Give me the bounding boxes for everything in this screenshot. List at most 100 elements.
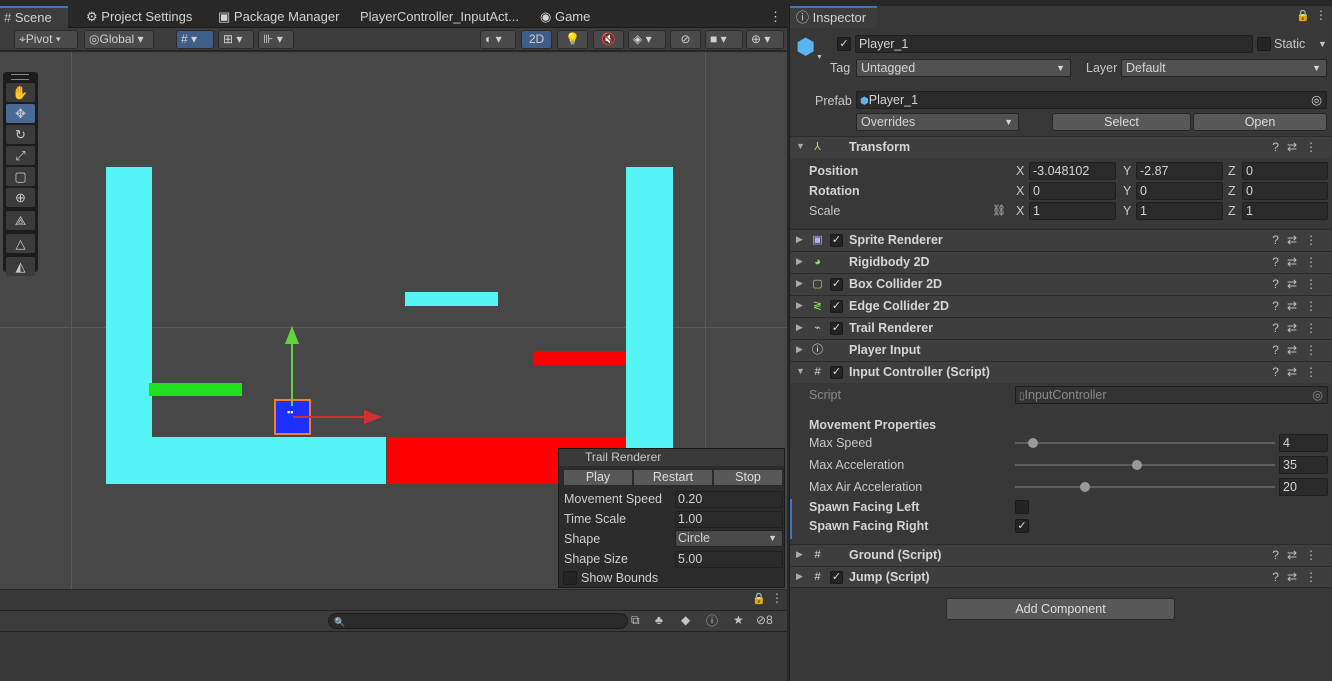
floor-cyan[interactable] <box>106 437 386 484</box>
shape-dropdown[interactable]: Circle ▼ <box>675 530 783 547</box>
star-icon[interactable]: ★ <box>733 613 744 627</box>
rect-tool-icon[interactable]: ▢ <box>6 167 35 186</box>
transform-header[interactable]: ▼ ⅄ Transform ?⇄⋮ <box>790 136 1332 158</box>
2d-mode-toggle[interactable]: 2D <box>521 30 552 49</box>
movement-speed-field[interactable]: 0.20 <box>675 491 783 508</box>
component-menu-icons[interactable]: ?⇄⋮ <box>1272 343 1325 357</box>
enabled-checkbox[interactable]: ✓ <box>830 300 843 313</box>
tab-input-actions[interactable]: PlayerController_InputAct... <box>356 6 526 28</box>
global-dropdown[interactable]: ◎Global ▾ <box>84 30 154 49</box>
effects-dropdown[interactable]: ◈ ▾ <box>628 30 666 49</box>
component-menu-icons[interactable]: ?⇄⋮ <box>1272 255 1325 269</box>
tab-package-manager[interactable]: ▣ Package Manager <box>214 6 344 28</box>
slider-knob[interactable] <box>1028 438 1039 448</box>
open-button[interactable]: Open <box>1193 113 1327 131</box>
enabled-checkbox[interactable]: ✓ <box>830 322 843 335</box>
pivot-dropdown[interactable]: ⌖Pivot ▾ <box>14 30 78 49</box>
red-platform[interactable] <box>533 351 626 365</box>
hand-tool-icon[interactable]: ✋ <box>6 83 35 102</box>
select-button[interactable]: Select <box>1052 113 1191 131</box>
enabled-checkbox[interactable]: ✓ <box>830 366 843 379</box>
component-menu-icons[interactable]: ?⇄⋮ <box>1272 140 1325 154</box>
lock-icon[interactable]: 🔒 <box>1296 9 1310 22</box>
spawn-facing-right-checkbox[interactable]: ✓ <box>1015 519 1029 533</box>
overlay-header[interactable]: Trail Renderer <box>559 449 784 466</box>
scale-z-field[interactable]: 1 <box>1242 202 1328 220</box>
shape-size-field[interactable]: 5.00 <box>675 551 783 568</box>
lighting-toggle[interactable]: 💡 <box>557 30 588 49</box>
custom-tool-icon[interactable]: ⟁ <box>6 211 35 230</box>
time-scale-field[interactable]: 1.00 <box>675 511 783 528</box>
stop-button[interactable]: Stop <box>713 469 783 486</box>
camera-dropdown[interactable]: ■ ▾ <box>705 30 743 49</box>
audio-toggle[interactable]: 🔇 <box>593 30 624 49</box>
jump-script-header[interactable]: ▶ # ✓ Jump (Script) ?⇄⋮ <box>790 566 1332 588</box>
add-component-button[interactable]: Add Component <box>946 598 1175 620</box>
tab-game[interactable]: ◉ Game <box>536 6 606 28</box>
sprite-renderer-header[interactable]: ▶ ▣ ✓ Sprite Renderer ?⇄⋮ <box>790 229 1332 251</box>
move-gizmo-y-axis[interactable] <box>291 342 293 406</box>
move-gizmo-x-axis[interactable] <box>293 416 365 418</box>
prefab-field[interactable]: ⬢Player_1 ◎ <box>856 91 1327 109</box>
spawn-facing-left-checkbox[interactable] <box>1015 500 1029 514</box>
lock-icon[interactable]: 🔒 <box>752 592 766 605</box>
trail-renderer-header[interactable]: ▶ ⌁ ✓ Trail Renderer ?⇄⋮ <box>790 317 1332 339</box>
enabled-checkbox[interactable]: ✓ <box>830 234 843 247</box>
player-input-header[interactable]: ▶ ⓘ Player Input ?⇄⋮ <box>790 339 1332 361</box>
overrides-dropdown[interactable]: Overrides ▼ <box>856 113 1019 131</box>
floating-platform[interactable] <box>405 292 498 306</box>
layer-dropdown[interactable]: Default ▼ <box>1121 59 1327 77</box>
rotate-tool-icon[interactable]: ↻ <box>6 125 35 144</box>
collab-icon[interactable]: ♣ <box>655 613 663 627</box>
component-menu-icons[interactable]: ?⇄⋮ <box>1272 365 1325 379</box>
component-menu-icons[interactable]: ?⇄⋮ <box>1272 321 1325 335</box>
play-button[interactable]: Play <box>563 469 633 486</box>
rotation-y-field[interactable]: 0 <box>1136 182 1223 200</box>
input-controller-header[interactable]: ▼ # ✓ Input Controller (Script) ?⇄⋮ <box>790 361 1332 383</box>
ground-script-header[interactable]: ▶ # Ground (Script) ?⇄⋮ <box>790 544 1332 566</box>
max-speed-field[interactable]: 4 <box>1279 434 1328 452</box>
component-menu-icons[interactable]: ?⇄⋮ <box>1272 548 1325 562</box>
rigidbody-2d-header[interactable]: ▶ ◕ Rigidbody 2D ?⇄⋮ <box>790 251 1332 273</box>
static-checkbox[interactable] <box>1257 37 1271 51</box>
tab-inspector[interactable]: ⓘ Inspector <box>790 6 877 28</box>
tag-dropdown[interactable]: Untagged ▼ <box>856 59 1071 77</box>
foldout-expanded-icon[interactable]: ▼ <box>796 141 805 151</box>
kebab-menu-icon[interactable]: ⋮ <box>1315 8 1327 22</box>
foldout-collapsed-icon[interactable]: ▶ <box>796 256 803 267</box>
slider-knob[interactable] <box>1132 460 1143 470</box>
enabled-checkbox[interactable]: ✓ <box>830 571 843 584</box>
shading-mode-button[interactable]: ◐ ▾ <box>480 30 516 49</box>
component-menu-icons[interactable]: ?⇄⋮ <box>1272 299 1325 313</box>
component-menu-icons[interactable]: ?⇄⋮ <box>1272 277 1325 291</box>
enabled-checkbox[interactable]: ✓ <box>830 278 843 291</box>
box-collider-2d-header[interactable]: ▶ ▢ ✓ Box Collider 2D ?⇄⋮ <box>790 273 1332 295</box>
green-platform[interactable] <box>149 383 242 396</box>
constrain-proportions-icon[interactable]: ⛓ <box>992 204 1006 217</box>
active-checkbox[interactable]: ✓ <box>837 37 851 51</box>
tab-scene[interactable]: # Scene <box>0 6 68 28</box>
foldout-collapsed-icon[interactable]: ▶ <box>796 344 803 355</box>
rotation-x-field[interactable]: 0 <box>1029 182 1116 200</box>
max-acceleration-slider[interactable] <box>1015 460 1275 470</box>
move-tool-icon[interactable]: ✥ <box>6 104 35 123</box>
component-menu-icons[interactable]: ?⇄⋮ <box>1272 570 1325 584</box>
position-z-field[interactable]: 0 <box>1242 162 1328 180</box>
tab-project-settings[interactable]: ⚙ Project Settings <box>82 6 212 28</box>
position-y-field[interactable]: -2.87 <box>1136 162 1223 180</box>
grid-visibility-button[interactable]: ⊞ ▾ <box>218 30 254 49</box>
transform-tool-icon[interactable]: ⊕ <box>6 188 35 207</box>
foldout-collapsed-icon[interactable]: ▶ <box>796 278 803 289</box>
foldout-collapsed-icon[interactable]: ▶ <box>796 300 803 311</box>
object-picker-icon[interactable]: ◎ <box>1311 92 1322 108</box>
scale-x-field[interactable]: 1 <box>1029 202 1116 220</box>
foldout-expanded-icon[interactable]: ▼ <box>796 366 805 376</box>
gizmos-dropdown[interactable]: ⊕ ▾ <box>746 30 784 49</box>
foldout-collapsed-icon[interactable]: ▶ <box>796 234 803 245</box>
rotation-z-field[interactable]: 0 <box>1242 182 1328 200</box>
tag-icon[interactable]: ◆ <box>681 613 690 627</box>
search-filter-icon[interactable]: ⧉ <box>631 613 640 628</box>
search-input[interactable]: 🔍 <box>328 613 628 629</box>
scale-y-field[interactable]: 1 <box>1136 202 1223 220</box>
move-gizmo-x-arrow[interactable] <box>364 410 382 424</box>
